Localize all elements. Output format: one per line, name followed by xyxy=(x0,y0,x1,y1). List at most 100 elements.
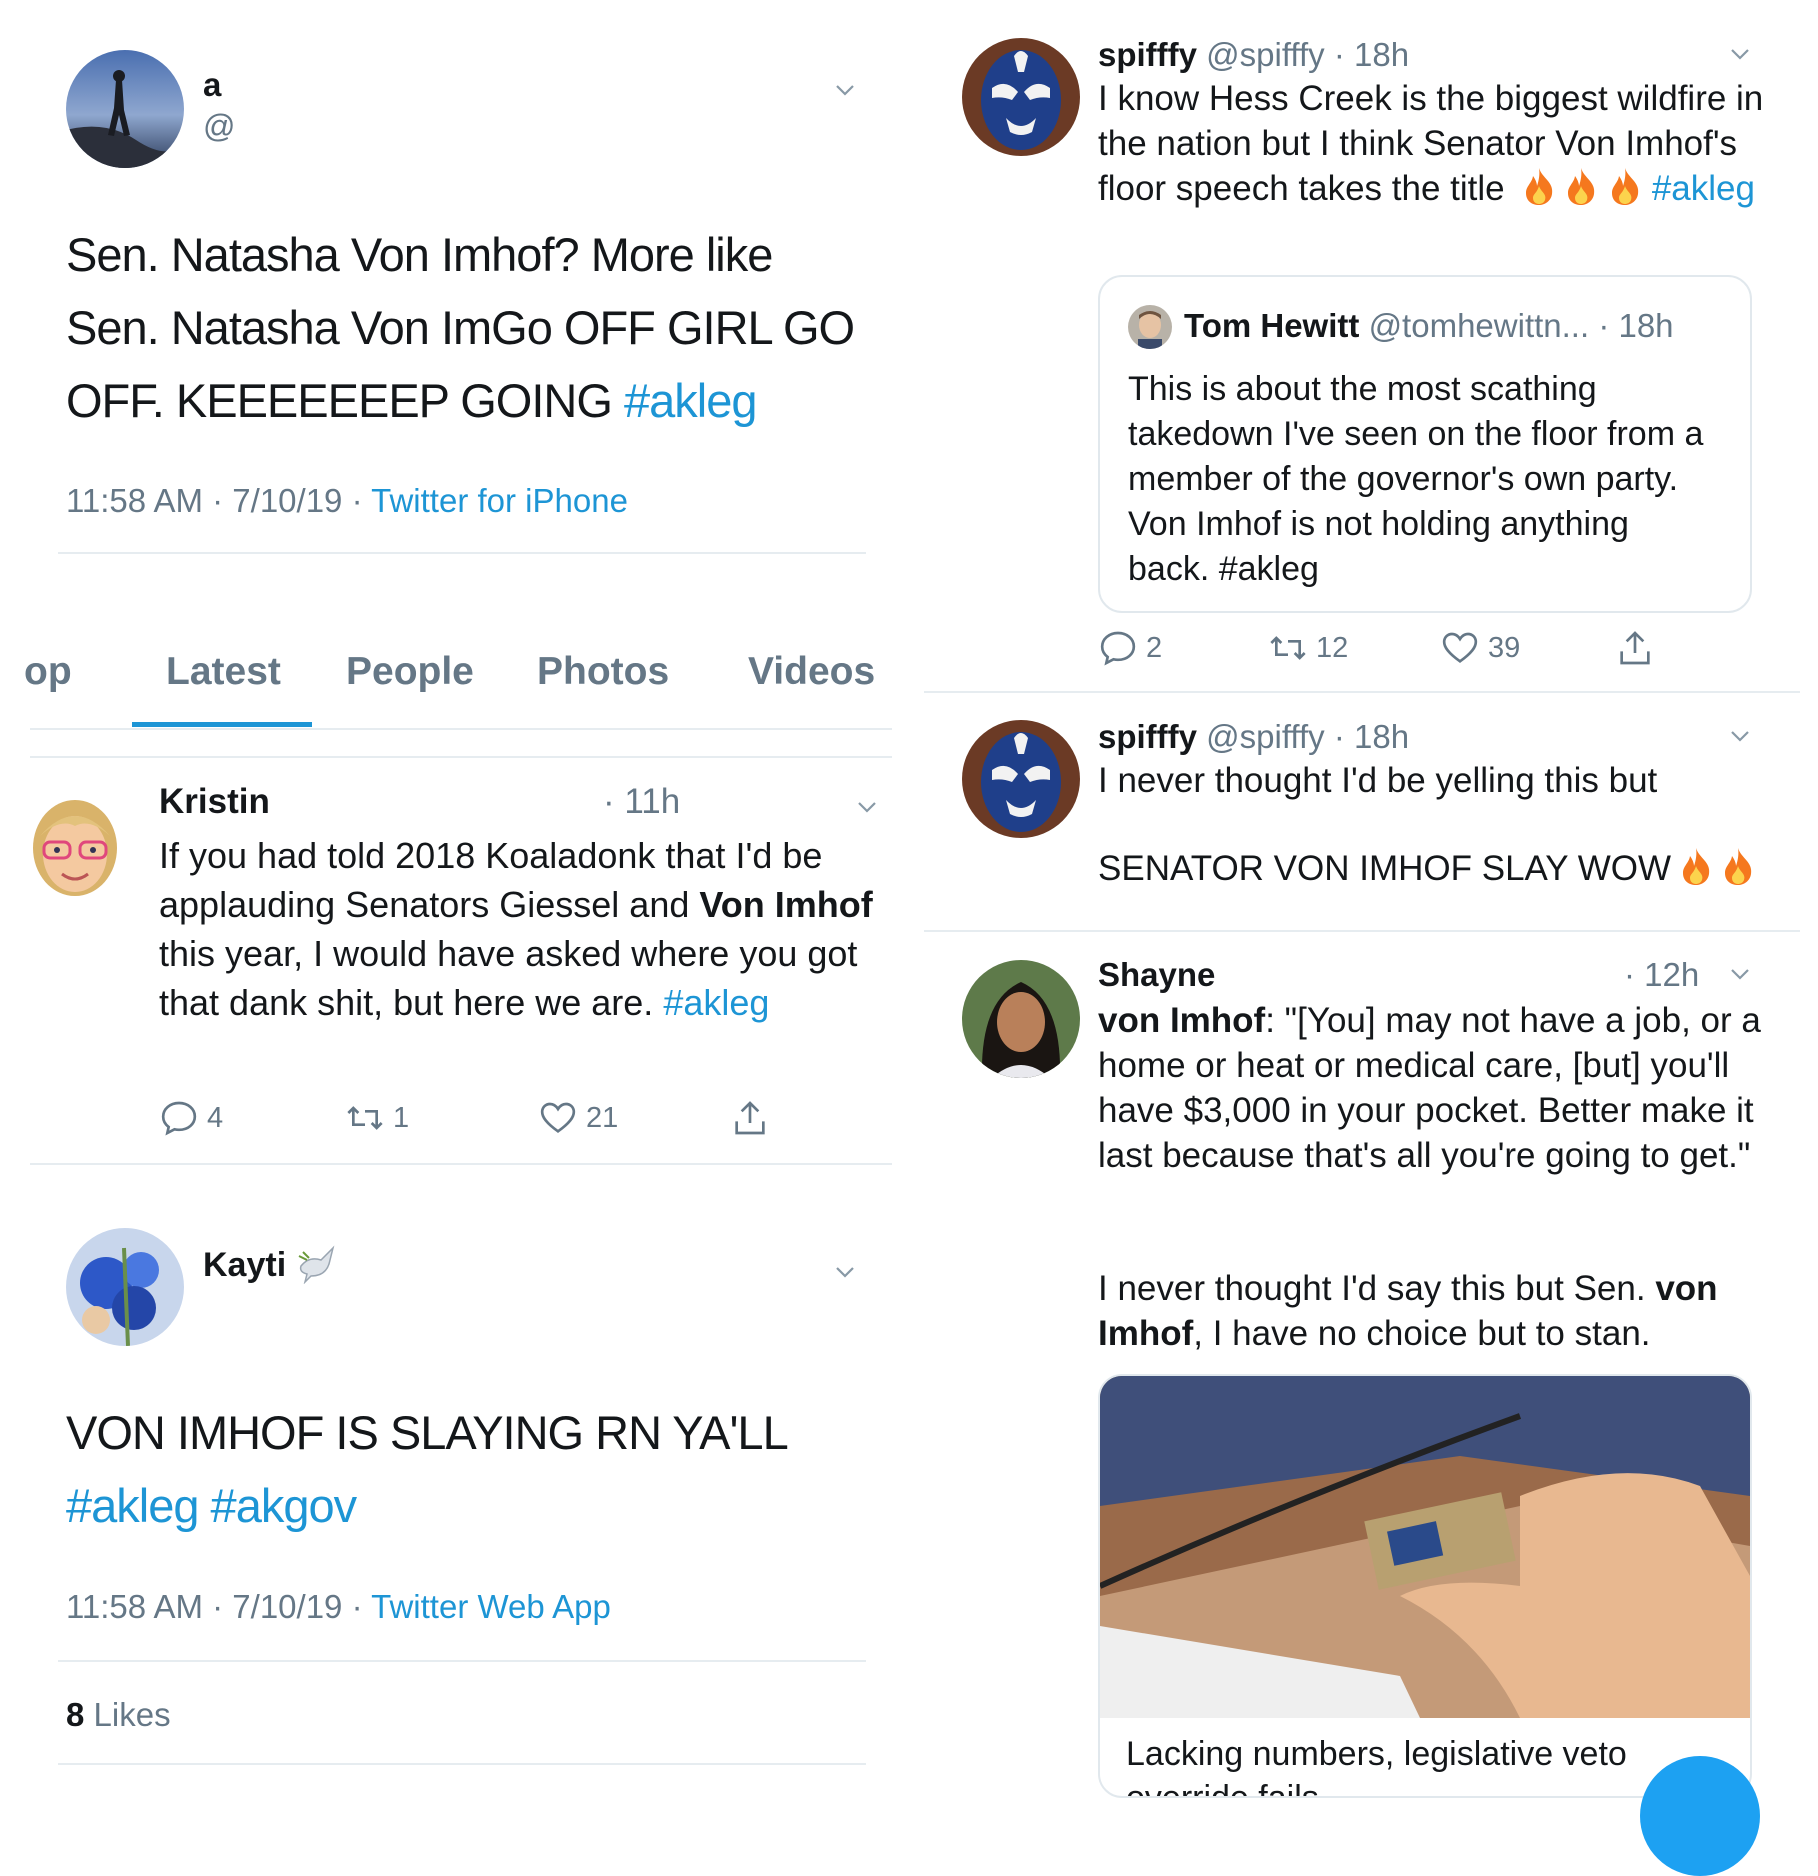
quoted-header: Tom Hewitt @tomhewittn... · 18h xyxy=(1184,307,1674,345)
hashtag-link[interactable]: #akleg xyxy=(663,982,769,1023)
reply-icon xyxy=(161,1101,197,1136)
avatar[interactable] xyxy=(962,720,1080,838)
left-column: a @ Sen. Natasha Von Imhof? More like Se… xyxy=(0,0,910,1818)
chevron-down-icon[interactable] xyxy=(835,80,855,100)
tab-people[interactable]: People xyxy=(346,650,474,694)
divider xyxy=(30,756,892,758)
bold-text: Von Imhof xyxy=(699,884,873,925)
fire-icon xyxy=(1608,166,1642,206)
tweet-body: I never thought I'd say this but Sen. xyxy=(1098,1269,1656,1308)
avatar[interactable] xyxy=(66,50,184,168)
handle-time[interactable]: @spifffy · 18h xyxy=(1206,36,1409,73)
quoted-tweet[interactable]: Tom Hewitt @tomhewittn... · 18h This is … xyxy=(1098,275,1752,613)
card-image xyxy=(1100,1376,1750,1718)
timestamp: · 18h xyxy=(1598,307,1674,344)
fire-icon xyxy=(1679,846,1713,886)
display-name[interactable]: Shayne xyxy=(1098,956,1215,994)
tweet-timestamp: 11:58 AM · 7/10/19 · Twitter Web App xyxy=(66,1588,611,1626)
avatar xyxy=(1128,305,1172,349)
reply-button[interactable]: 2 xyxy=(1098,628,1162,668)
retweet-button[interactable]: 1 xyxy=(345,1098,409,1138)
like-count: 21 xyxy=(586,1101,619,1134)
quoted-text: This is about the most scathing takedown… xyxy=(1128,370,1704,588)
source-link[interactable]: Twitter for iPhone xyxy=(371,482,628,519)
retweet-icon xyxy=(1270,636,1306,660)
dove-icon xyxy=(295,1242,339,1285)
chevron-down-icon[interactable] xyxy=(1730,964,1750,984)
divider xyxy=(924,930,1800,932)
link-card[interactable]: Lacking numbers, legislative veto overri… xyxy=(1098,1374,1752,1798)
divider xyxy=(58,1660,866,1662)
fire-icon xyxy=(1721,846,1755,886)
tab-videos[interactable]: Videos xyxy=(748,650,875,694)
divider xyxy=(30,728,892,730)
tweet-body-cont: , I have no choice but to stan. xyxy=(1193,1314,1651,1353)
like-count: 39 xyxy=(1488,631,1521,664)
avatar[interactable] xyxy=(962,38,1080,156)
card-title: Lacking numbers, legislative veto overri… xyxy=(1126,1735,1627,1798)
likes-summary[interactable]: 8 Likes xyxy=(66,1696,171,1734)
divider xyxy=(58,552,866,554)
retweet-count: 12 xyxy=(1316,631,1349,664)
like-button[interactable]: 39 xyxy=(1440,628,1520,668)
fire-icon xyxy=(1522,166,1556,206)
like-button[interactable]: 21 xyxy=(538,1098,618,1138)
avatar[interactable] xyxy=(30,796,120,900)
tweet-text: VON IMHOF IS SLAYING RN YA'LL #akleg #ak… xyxy=(66,1396,876,1542)
tweet-text: If you had told 2018 Koaladonk that I'd … xyxy=(159,831,899,1027)
hashtag-link[interactable]: #akleg xyxy=(1652,169,1755,208)
reply-count: 2 xyxy=(1146,631,1163,664)
handle: @tomhewittn... xyxy=(1368,307,1590,344)
tweet-body: VON IMHOF IS SLAYING RN YA'LL xyxy=(66,1406,789,1459)
timestamp: 11:58 AM · 7/10/19 · xyxy=(66,1588,372,1625)
compose-button[interactable] xyxy=(1640,1756,1760,1876)
handle-time[interactable]: @spifffy · 18h xyxy=(1206,718,1409,755)
reply-button[interactable]: 4 xyxy=(159,1098,223,1138)
avatar[interactable] xyxy=(962,960,1080,1078)
tweet-header: spifffy @spifffy · 18h xyxy=(1098,718,1409,756)
tweet-body: SENATOR VON IMHOF SLAY WOW xyxy=(1098,849,1672,888)
display-name[interactable]: Kristin xyxy=(159,782,270,822)
share-icon xyxy=(1620,631,1650,665)
right-column: spifffy @spifffy · 18h I know Hess Creek… xyxy=(910,0,1818,1876)
timestamp: · 11h xyxy=(603,782,681,821)
bold-text: von Imhof xyxy=(1098,1001,1266,1040)
avatar[interactable] xyxy=(66,1228,184,1346)
chevron-down-icon[interactable] xyxy=(1730,44,1750,64)
display-name[interactable]: spifffy xyxy=(1098,718,1197,755)
display-name[interactable]: Kayti xyxy=(203,1246,286,1285)
divider xyxy=(30,1163,892,1165)
chevron-down-icon[interactable] xyxy=(857,797,877,817)
retweet-count: 1 xyxy=(393,1101,410,1134)
tab-top[interactable]: op xyxy=(24,650,72,694)
fire-icon xyxy=(1564,166,1598,206)
likes-label: Likes xyxy=(93,1696,171,1733)
tweet-text: von Imhof: "[You] may not have a job, or… xyxy=(1098,998,1788,1178)
source-link[interactable]: Twitter Web App xyxy=(371,1588,611,1625)
tab-photos[interactable]: Photos xyxy=(537,650,669,694)
divider xyxy=(58,1763,866,1765)
tweet-text: Sen. Natasha Von Imhof? More like Sen. N… xyxy=(66,218,876,437)
hashtag-link[interactable]: #akleg xyxy=(624,374,757,427)
handle[interactable]: @ xyxy=(203,108,235,145)
tab-latest[interactable]: Latest xyxy=(166,650,281,694)
share-icon xyxy=(735,1101,765,1135)
chevron-down-icon[interactable] xyxy=(1730,726,1750,746)
chevron-down-icon[interactable] xyxy=(835,1262,855,1282)
reply-count: 4 xyxy=(207,1101,224,1134)
display-name[interactable]: a xyxy=(203,66,221,104)
share-button[interactable] xyxy=(730,1098,770,1138)
retweet-button[interactable]: 12 xyxy=(1268,628,1348,668)
likes-count: 8 xyxy=(66,1696,85,1733)
timestamp: 11:58 AM · 7/10/19 · xyxy=(66,482,372,519)
share-button[interactable] xyxy=(1615,628,1655,668)
divider xyxy=(924,691,1800,693)
hashtag-link[interactable]: #akleg #akgov xyxy=(66,1469,876,1542)
tweet-text-2: I never thought I'd say this but Sen. vo… xyxy=(1098,1266,1788,1356)
retweet-icon xyxy=(347,1106,383,1130)
tweet-text: I know Hess Creek is the biggest wildfir… xyxy=(1098,76,1788,211)
heart-icon xyxy=(540,1102,576,1133)
display-name[interactable]: spifffy xyxy=(1098,36,1197,73)
timestamp: · 12h xyxy=(1624,956,1700,993)
reply-icon xyxy=(1100,631,1136,666)
